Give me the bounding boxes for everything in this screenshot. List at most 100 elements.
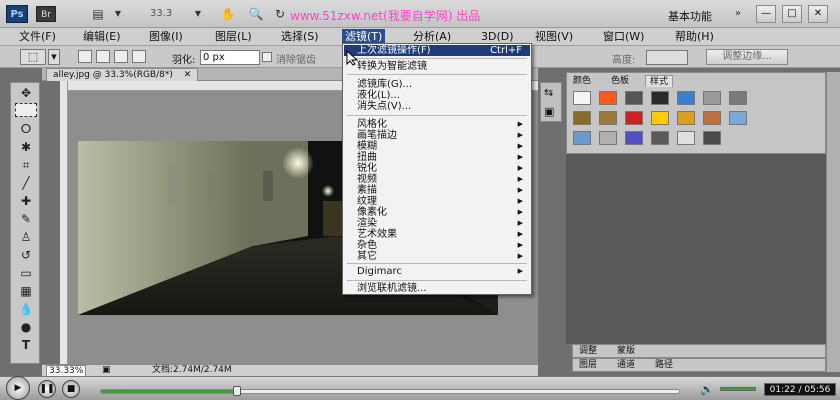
maximize-button[interactable]: □ (782, 5, 802, 23)
menu-item-filter-category[interactable]: 锐化 ▶ (344, 163, 530, 174)
menu-item-filter-category[interactable]: 艺术效果 ▶ (344, 229, 530, 240)
history-brush-tool-icon[interactable]: ↺ (15, 247, 37, 263)
gradient-tool-icon[interactable]: ▦ (15, 283, 37, 299)
menu-file[interactable]: 文件(F) (16, 29, 59, 45)
menu-item-filter-category[interactable]: 纹理 ▶ (344, 196, 530, 207)
height-input[interactable] (646, 50, 688, 65)
view-extras-icon[interactable]: ▤ (90, 7, 106, 21)
stop-button[interactable]: ■ (62, 380, 80, 398)
chevron-down-icon[interactable]: ▼ (110, 7, 126, 21)
style-swatch[interactable] (703, 91, 721, 105)
rotate-view-icon[interactable]: ↻ (272, 7, 288, 21)
menu-item-filter-gallery[interactable]: 滤镜库(G)... (344, 79, 530, 90)
dodge-tool-icon[interactable]: ● (15, 319, 37, 335)
style-swatch[interactable] (677, 111, 695, 125)
clone-stamp-tool-icon[interactable]: ♙ (15, 229, 37, 245)
marquee-preset-icon[interactable]: ⬚ (20, 49, 46, 65)
style-swatch[interactable] (651, 111, 669, 125)
style-swatch[interactable] (677, 131, 695, 145)
close-button[interactable]: ✕ (808, 5, 828, 23)
refine-edge-button[interactable]: 调整边缘... (706, 49, 788, 65)
new-selection-icon[interactable] (78, 50, 92, 63)
zoom-level[interactable]: 33.3 (150, 8, 172, 19)
type-tool-icon[interactable]: T (15, 337, 37, 353)
eyedropper-tool-icon[interactable]: ╱ (15, 175, 37, 191)
style-swatch[interactable] (625, 91, 643, 105)
subtract-selection-icon[interactable] (114, 50, 128, 63)
crop-tool-icon[interactable]: ⌗ (15, 157, 37, 173)
history-panel-icon[interactable]: ⇆ (544, 86, 553, 99)
play-button[interactable]: ▶ (6, 376, 30, 400)
volume-slider[interactable] (720, 387, 756, 391)
blur-tool-icon[interactable]: 💧 (15, 301, 37, 317)
move-tool-icon[interactable]: ✥ (15, 85, 37, 101)
style-swatch[interactable] (677, 91, 695, 105)
style-swatch[interactable] (703, 111, 721, 125)
menu-window[interactable]: 窗口(W) (600, 29, 647, 45)
style-swatch[interactable] (573, 131, 591, 145)
hand-tool-icon[interactable]: ✋ (220, 7, 236, 21)
healing-brush-tool-icon[interactable]: ✚ (15, 193, 37, 209)
feather-input[interactable]: 0 px (200, 50, 260, 65)
menu-item-filter-category[interactable]: 其它 ▶ (344, 251, 530, 262)
tab-color[interactable]: 颜色 (569, 75, 595, 87)
tab-layers[interactable]: 图层 (575, 359, 601, 371)
eraser-tool-icon[interactable]: ▭ (15, 265, 37, 281)
style-swatch[interactable] (703, 131, 721, 145)
style-swatch[interactable] (651, 131, 669, 145)
menu-item-filter-category[interactable]: 像素化 ▶ (344, 207, 530, 218)
style-swatch[interactable] (625, 131, 643, 145)
preset-dropdown-icon[interactable]: ▼ (48, 49, 60, 65)
menu-item-smart-filter[interactable]: 转换为智能滤镜 (344, 61, 530, 72)
menu-item-filter-category[interactable]: 风格化 ▶ (344, 119, 530, 130)
pause-button[interactable]: ❚❚ (38, 380, 56, 398)
seek-bar[interactable] (100, 386, 680, 396)
bridge-button[interactable]: Br (36, 6, 56, 22)
style-swatch[interactable] (651, 91, 669, 105)
style-swatch[interactable] (599, 91, 617, 105)
workspace-expand-icon[interactable]: » (730, 7, 746, 21)
menu-view[interactable]: 视图(V) (532, 29, 576, 45)
menu-item-filter-category[interactable]: 视频 ▶ (344, 174, 530, 185)
style-swatch[interactable] (599, 131, 617, 145)
menu-item-liquify[interactable]: 液化(L)... (344, 90, 530, 101)
workspace-switcher[interactable]: 基本功能 (668, 8, 712, 24)
menu-item-vanishing-point[interactable]: 消失点(V)... (344, 101, 530, 112)
style-swatch[interactable] (625, 111, 643, 125)
menu-item-filter-category[interactable]: 渲染 ▶ (344, 218, 530, 229)
style-swatch[interactable] (729, 111, 747, 125)
seek-handle[interactable] (232, 386, 241, 396)
menu-layer[interactable]: 图层(L) (212, 29, 255, 45)
tab-swatches[interactable]: 色板 (607, 75, 633, 87)
style-swatch[interactable] (573, 91, 591, 105)
menu-item-filter-category[interactable]: 杂色 ▶ (344, 240, 530, 251)
menu-item-last-filter[interactable]: 上次滤镜操作(F) Ctrl+F (344, 45, 530, 56)
document-tab[interactable]: alley.jpg @ 33.3%(RGB/8*) ✕ (46, 68, 199, 81)
status-menu-icon[interactable]: ▣ (102, 365, 111, 376)
style-swatch[interactable] (573, 111, 591, 125)
tab-masks[interactable]: 蒙版 (613, 345, 639, 357)
menu-item-filter-category[interactable]: 画笔描边 ▶ (344, 130, 530, 141)
minimize-button[interactable]: — (756, 5, 776, 23)
menu-item-digimarc[interactable]: Digimarc ▶ (344, 266, 530, 277)
menu-item-browse-online[interactable]: 浏览联机滤镜... (344, 283, 530, 294)
brush-tool-icon[interactable]: ✎ (15, 211, 37, 227)
style-swatch[interactable] (599, 111, 617, 125)
intersect-selection-icon[interactable] (132, 50, 146, 63)
close-tab-icon[interactable]: ✕ (184, 70, 192, 80)
menu-item-filter-category[interactable]: 模糊 ▶ (344, 141, 530, 152)
collapsed-panel-strip[interactable] (826, 72, 840, 372)
menu-help[interactable]: 帮助(H) (672, 29, 717, 45)
tab-adjustments[interactable]: 调整 (575, 345, 601, 357)
menu-edit[interactable]: 编辑(E) (80, 29, 124, 45)
menu-image[interactable]: 图像(I) (146, 29, 186, 45)
zoom-tool-icon[interactable]: 🔍 (248, 7, 264, 21)
volume-icon[interactable]: 🔊 (700, 383, 714, 396)
tab-styles[interactable]: 样式 (645, 75, 674, 87)
menu-select[interactable]: 选择(S) (278, 29, 322, 45)
magic-wand-tool-icon[interactable]: ✱ (15, 139, 37, 155)
tab-channels[interactable]: 通道 (613, 359, 639, 371)
style-swatch[interactable] (729, 91, 747, 105)
menu-item-filter-category[interactable]: 素描 ▶ (344, 185, 530, 196)
actions-panel-icon[interactable]: ▣ (544, 105, 554, 118)
